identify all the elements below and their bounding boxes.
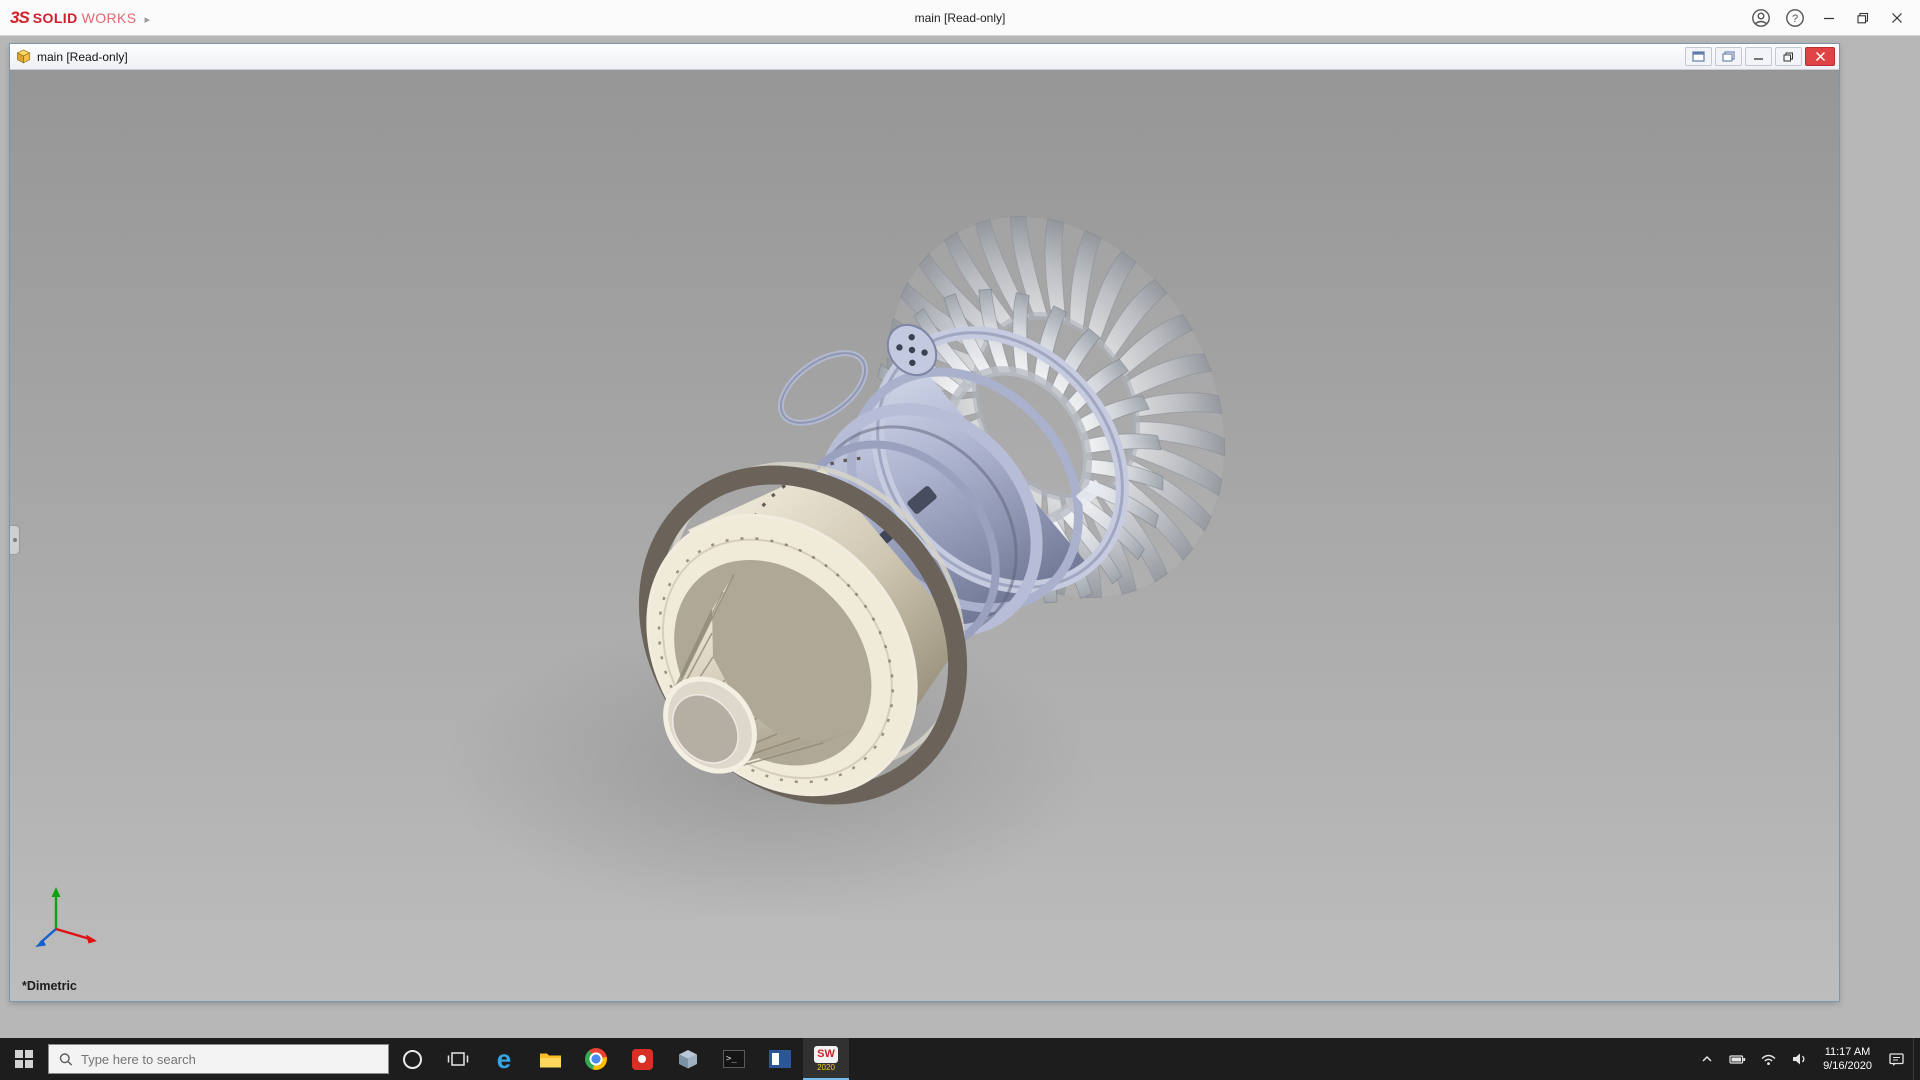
taskbar-app-edge[interactable]: e	[481, 1038, 527, 1080]
minimize-icon	[1754, 58, 1763, 60]
workspace-background: main [Read-only] *Dimetric	[0, 36, 1920, 1038]
document-title-bar[interactable]: main [Read-only]	[10, 44, 1839, 70]
doc-window-extra-button-1[interactable]	[1685, 47, 1712, 66]
app-title-bar: 3S SOLID WORKS ▸ main [Read-only] ?	[0, 0, 1920, 36]
windows-taskbar: e >_ SW	[0, 1038, 1920, 1080]
document-window: main [Read-only] *Dimetric	[10, 44, 1839, 1001]
screen: 3S SOLID WORKS ▸ main [Read-only] ? main…	[0, 0, 1920, 1080]
app-window-title: main [Read-only]	[914, 10, 1006, 25]
action-center-icon	[1889, 1052, 1904, 1066]
doc-window-extra-button-2[interactable]	[1715, 47, 1742, 66]
taskbar-app-red[interactable]	[619, 1038, 665, 1080]
tray-volume-button[interactable]	[1785, 1038, 1813, 1080]
file-explorer-icon	[539, 1053, 561, 1067]
action-center-button[interactable]	[1882, 1038, 1911, 1080]
app-close-button[interactable]	[1882, 4, 1912, 32]
window-cascade-icon	[1722, 51, 1735, 62]
taskbar-search[interactable]	[48, 1044, 389, 1074]
taskbar-app-chrome[interactable]	[573, 1038, 619, 1080]
orientation-triad	[35, 887, 97, 947]
brand-solid-text: SOLID	[32, 9, 78, 26]
tray-network-button[interactable]	[1754, 1038, 1783, 1080]
system-tray: 11:17 AM 9/16/2020	[1693, 1038, 1920, 1080]
app-minimize-button[interactable]	[1814, 4, 1844, 32]
red-app-icon	[631, 1048, 653, 1070]
tray-overflow-button[interactable]	[1693, 1038, 1721, 1080]
close-icon	[1892, 12, 1902, 23]
doc-close-button[interactable]	[1805, 47, 1835, 66]
minimize-icon	[1824, 17, 1834, 19]
restore-icon	[1857, 12, 1869, 23]
windows-logo-icon	[15, 1050, 33, 1068]
help-button[interactable]: ?	[1780, 4, 1810, 32]
chevron-up-icon	[1702, 1055, 1712, 1062]
close-icon	[1815, 51, 1825, 62]
restore-icon	[1783, 52, 1793, 61]
taskbar-app-cube[interactable]	[665, 1038, 711, 1080]
view-orientation-label: *Dimetric	[22, 979, 77, 993]
tray-time: 11:17 AM	[1824, 1045, 1871, 1058]
taskbar-app-terminal[interactable]: >_	[711, 1038, 757, 1080]
display-pane-flyout-tab[interactable]	[10, 525, 20, 555]
taskbar-app-cortana[interactable]	[389, 1038, 435, 1080]
help-icon: ?	[1786, 8, 1804, 27]
cube-app-icon	[679, 1050, 697, 1069]
wifi-icon	[1761, 1054, 1776, 1065]
doc-minimize-button[interactable]	[1745, 47, 1772, 66]
graphics-viewport[interactable]: *Dimetric	[10, 70, 1839, 1001]
tray-date: 9/16/2020	[1823, 1060, 1872, 1072]
chrome-icon	[585, 1048, 607, 1070]
cortana-icon	[402, 1049, 422, 1069]
taskbar-app-blue[interactable]	[757, 1038, 803, 1080]
taskbar-app-task-view[interactable]	[435, 1038, 481, 1080]
search-icon	[59, 1052, 73, 1066]
blue-window-app-icon	[769, 1050, 791, 1068]
battery-icon	[1729, 1054, 1746, 1064]
svg-text:?: ?	[1792, 13, 1798, 25]
start-button[interactable]	[0, 1038, 48, 1080]
app-restore-button[interactable]	[1848, 4, 1878, 32]
taskbar-app-solidworks[interactable]: SW 2020	[803, 1038, 849, 1080]
jet-engine-model[interactable]	[10, 70, 1839, 1001]
solidworks-year-badge: 2020	[817, 1063, 835, 1072]
account-button[interactable]	[1746, 4, 1776, 32]
speaker-icon	[1793, 1053, 1805, 1065]
solidworks-logo: 3S SOLID WORKS ▸	[0, 8, 158, 28]
solidworks-icon: SW	[814, 1046, 838, 1063]
tray-battery-button[interactable]	[1723, 1038, 1752, 1080]
doc-restore-button[interactable]	[1775, 47, 1802, 66]
command-prompt-icon: >_	[723, 1050, 745, 1068]
task-view-icon	[447, 1052, 469, 1066]
show-desktop-button[interactable]	[1913, 1038, 1918, 1080]
dassault-3ds-logo-icon: 3S	[10, 7, 30, 27]
edge-icon: e	[496, 1044, 512, 1074]
user-account-icon	[1752, 8, 1770, 27]
taskbar-app-file-explorer[interactable]	[527, 1038, 573, 1080]
window-tile-icon	[1692, 51, 1705, 62]
taskbar-clock[interactable]: 11:17 AM 9/16/2020	[1815, 1045, 1880, 1074]
document-title: main [Read-only]	[37, 49, 128, 64]
brand-expander-icon[interactable]: ▸	[144, 13, 150, 26]
search-input[interactable]	[80, 1051, 378, 1067]
assembly-cube-icon	[16, 49, 31, 64]
brand-works-text: WORKS	[81, 9, 137, 26]
